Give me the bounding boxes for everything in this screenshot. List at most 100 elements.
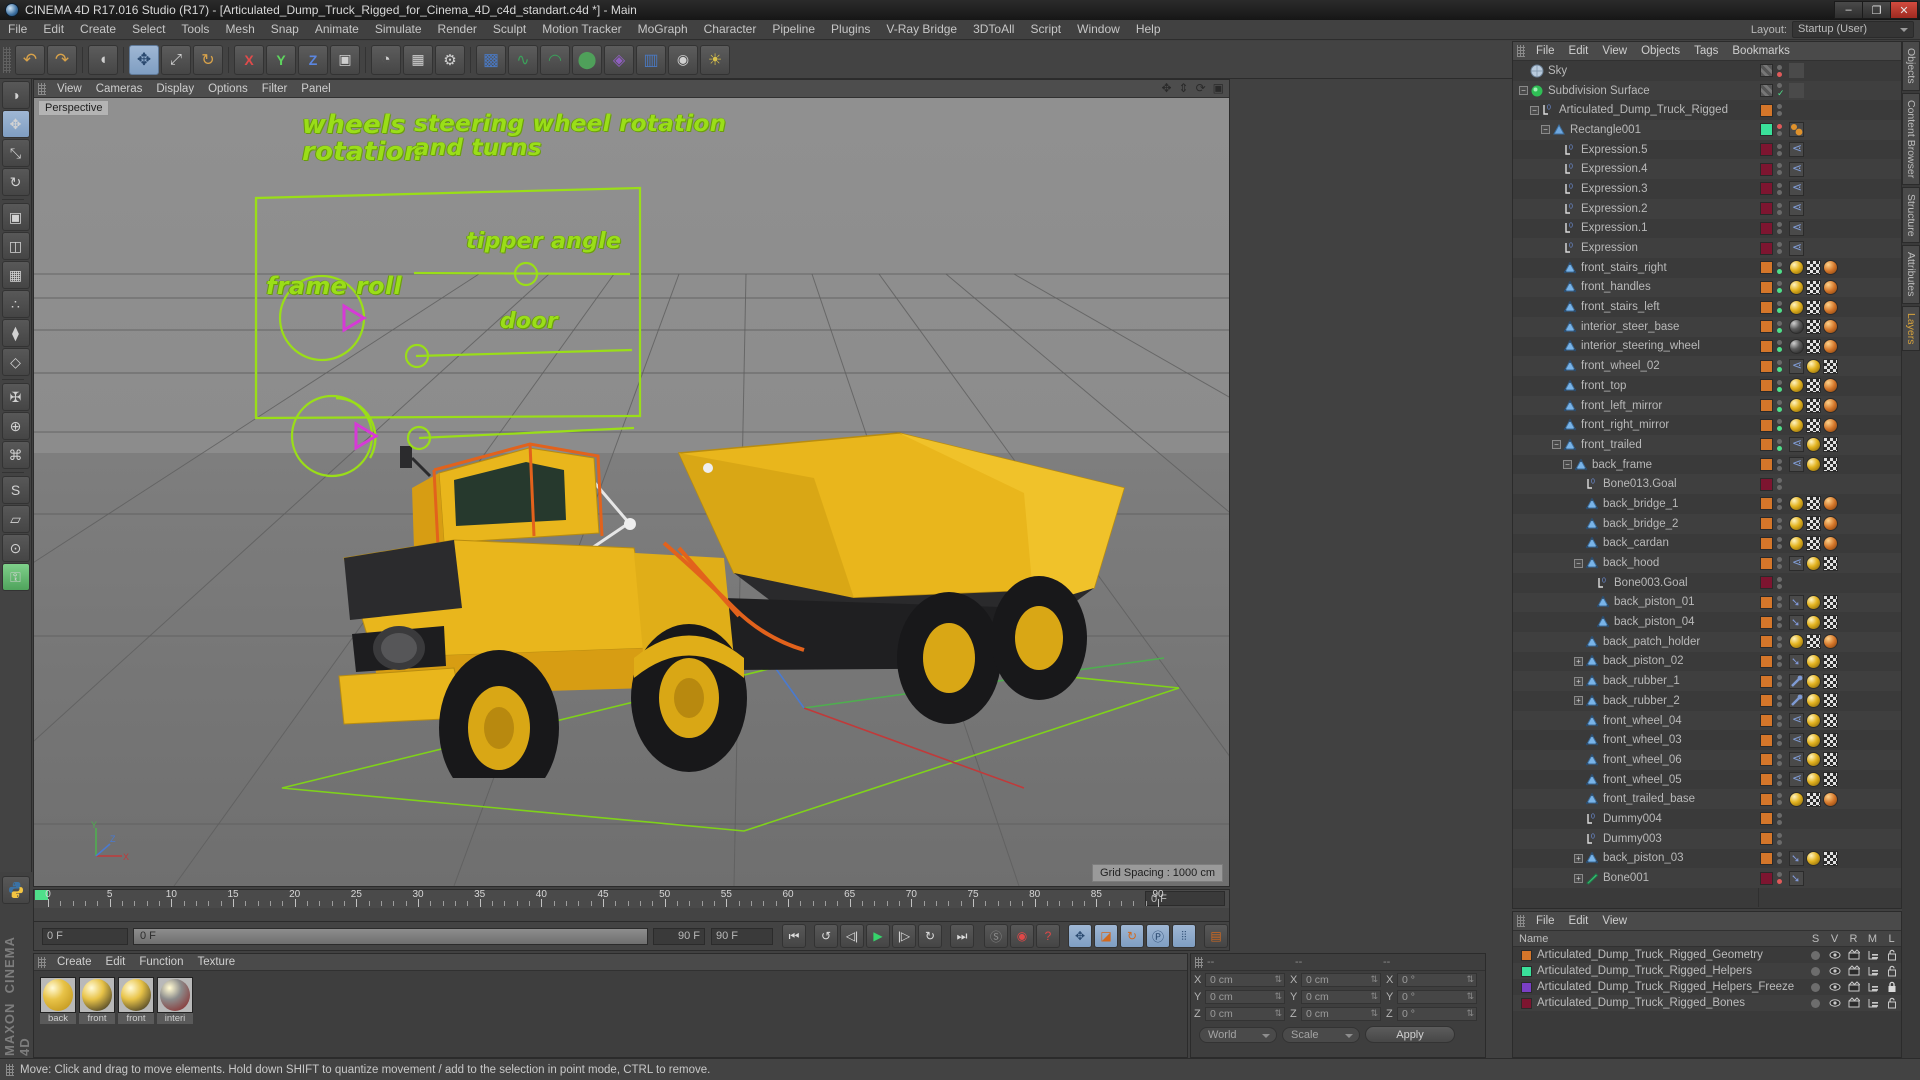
visibility-dot[interactable] [1777,583,1782,589]
visibility-dots[interactable] [1777,714,1784,727]
visibility-dot[interactable] [1777,438,1782,444]
visibility-dot[interactable] [1777,819,1782,825]
tree-expander[interactable]: − [1519,86,1528,96]
object-row[interactable]: back_piston_04 [1513,612,1901,632]
visibility-dot[interactable] [1777,603,1782,609]
visibility-dots[interactable] [1777,576,1784,589]
material-tag[interactable] [1806,673,1821,689]
current-frame-field[interactable]: 0 F [42,927,128,945]
layer-color-chip[interactable] [1760,103,1773,117]
menu-render[interactable]: Render [430,20,485,39]
visibility-dots[interactable] [1777,812,1784,825]
object-menu-file[interactable]: File [1529,45,1562,57]
visibility-dot[interactable] [1777,170,1782,176]
visibility-dots[interactable] [1777,852,1784,865]
object-row[interactable]: front_wheel_06 [1513,750,1901,770]
visibility-dot[interactable] [1777,308,1782,314]
visibility-dot[interactable] [1777,426,1782,432]
visibility-dots[interactable] [1777,596,1784,609]
layer-render-toggle[interactable] [1844,981,1863,993]
visibility-dot[interactable] [1777,182,1782,188]
visibility-dots[interactable] [1777,478,1784,491]
xpresso-tag[interactable] [1789,200,1804,217]
uv-texture-tag[interactable] [1823,555,1838,571]
visibility-dots[interactable] [1777,557,1784,570]
uv-texture-tag[interactable] [1823,653,1838,669]
object-row[interactable]: − back_frame [1513,454,1901,475]
axis-z-button[interactable]: Z [298,44,328,75]
axis-x-button[interactable]: X [234,44,264,75]
visibility-dot[interactable] [1777,327,1782,333]
redo-button[interactable]: ↷ [47,44,77,75]
visibility-dot[interactable] [1777,714,1782,720]
layer-manager-toggle[interactable] [1863,949,1882,961]
layout-dropdown[interactable]: Startup (User) [1792,21,1914,38]
uv-texture-tag[interactable] [1823,713,1838,729]
live-selection-button[interactable]: ◖ [88,44,118,75]
axis-mode-button[interactable]: ✠ [1,383,30,411]
object-row[interactable]: −0 Articulated_Dump_Truck_Rigged [1513,100,1901,121]
menu-sculpt[interactable]: Sculpt [485,20,534,39]
xpresso-tag[interactable] [1789,161,1804,177]
layer-lock-toggle[interactable] [1882,965,1901,977]
layer-color-chip[interactable] [1760,832,1773,846]
xpresso-tag[interactable] [1789,180,1804,197]
tree-expander[interactable]: + [1574,676,1583,686]
menu-plugins[interactable]: Plugins [823,20,878,39]
close-button[interactable]: ✕ [1890,1,1918,19]
material-tag[interactable] [1789,378,1804,394]
toggle-layout-icon[interactable]: ▣ [1213,81,1224,95]
object-row[interactable]: back_cardan [1513,533,1901,554]
layer-solo-toggle[interactable] [1806,982,1825,992]
visibility-dot[interactable] [1777,419,1782,425]
visibility-dot[interactable] [1777,741,1782,747]
visibility-tag[interactable] [1789,83,1804,99]
layer-color-swatch[interactable] [1521,981,1532,993]
visibility-dot[interactable] [1777,242,1782,248]
sculpt-tool-button[interactable]: S [1,476,30,504]
visibility-dots[interactable] [1777,419,1784,432]
tree-expander[interactable]: + [1574,696,1583,706]
menu-script[interactable]: Script [1022,20,1069,39]
layer-render-toggle[interactable] [1844,997,1863,1009]
xpresso-tag[interactable] [1789,456,1804,473]
object-row[interactable]: 0 Expression.3 [1513,179,1901,199]
goto-start-button[interactable]: ⏮ [782,924,806,948]
constraint-tag[interactable] [1789,693,1804,709]
keyframe-help-button[interactable]: ? [1036,924,1060,948]
layer-view-toggle[interactable] [1825,949,1844,961]
object-row[interactable]: 0 Bone003.Goal [1513,572,1901,593]
xpresso-tag[interactable] [1789,712,1804,729]
visibility-dot[interactable] [1777,104,1782,110]
menu-simulate[interactable]: Simulate [367,20,430,39]
layer-lock-toggle[interactable] [1882,949,1901,961]
object-menu-edit[interactable]: Edit [1562,45,1596,57]
visibility-dot[interactable] [1777,734,1782,740]
goto-end-button[interactable]: ⏭ [950,924,974,948]
uv-texture-tag[interactable] [1823,673,1838,689]
uv-texture-tag[interactable] [1806,378,1821,394]
xpresso-tag[interactable] [1789,751,1804,768]
record-keyframe-button[interactable]: ◉ [1010,924,1034,948]
material-menu-create[interactable]: Create [50,956,99,968]
visibility-dot[interactable] [1777,485,1782,491]
visibility-dot[interactable] [1777,832,1782,838]
uv-texture-tag[interactable] [1806,319,1821,335]
material-tag[interactable] [1823,378,1838,394]
object-row[interactable]: 0 Expression.1 [1513,218,1901,239]
object-menu-tags[interactable]: Tags [1687,45,1725,57]
visibility-dots[interactable] [1777,675,1784,688]
visibility-dot[interactable] [1777,504,1782,510]
position-y-input[interactable]: 0 cm [1205,990,1285,1004]
scale-tool-button[interactable]: ⤢ [161,44,191,75]
ik-tag[interactable] [1789,850,1804,866]
object-row[interactable]: front_stairs_left [1513,297,1901,317]
point-mode-button[interactable]: ∴ [1,290,30,318]
uv-texture-tag[interactable] [1823,693,1838,709]
side-tab-structure[interactable]: Structure [1902,186,1920,244]
viewport-menu-grip[interactable] [38,82,46,95]
visibility-dots[interactable] [1777,281,1784,294]
material-tag[interactable] [1823,398,1838,414]
uv-texture-tag[interactable] [1806,535,1821,551]
move-tool-button[interactable]: ✥ [129,44,159,75]
